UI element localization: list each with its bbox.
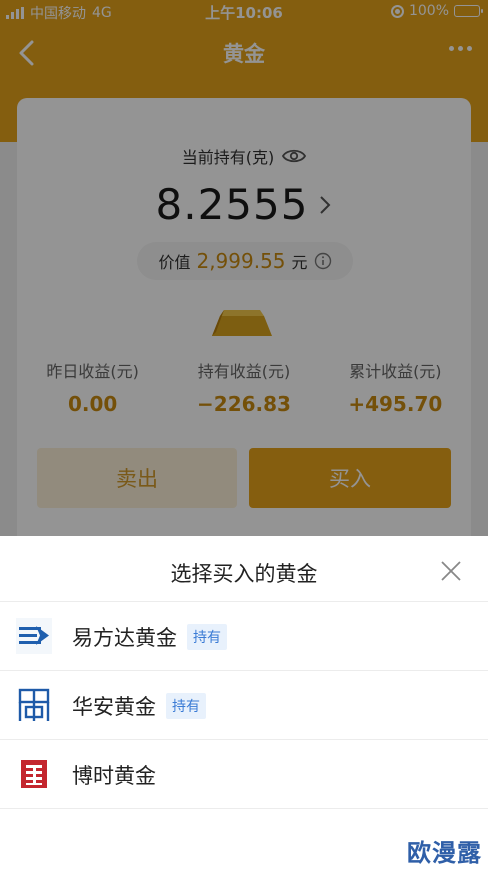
close-icon[interactable] [440, 560, 462, 582]
select-gold-sheet: 选择买入的黄金 易方达黄金 持有 华安黄金 持有 博时黄金 欧漫露 [0, 536, 488, 874]
fund-name: 华安黄金 [72, 695, 156, 719]
huaan-logo [18, 688, 50, 721]
watermark-text: 欧漫露 [407, 839, 482, 867]
modal-overlay[interactable] [0, 0, 488, 536]
held-badge: 持有 [166, 693, 206, 719]
sheet-title: 选择买入的黄金 [170, 562, 318, 586]
held-badge: 持有 [187, 624, 227, 650]
fund-row-huaan[interactable]: 华安黄金 持有 [0, 671, 488, 740]
fund-row-efund[interactable]: 易方达黄金 持有 [0, 602, 488, 671]
fund-name: 易方达黄金 [72, 626, 177, 650]
bosera-logo [21, 760, 47, 788]
efund-logo [16, 618, 52, 654]
fund-row-bosera[interactable]: 博时黄金 [0, 740, 488, 809]
fund-name: 博时黄金 [72, 764, 156, 788]
